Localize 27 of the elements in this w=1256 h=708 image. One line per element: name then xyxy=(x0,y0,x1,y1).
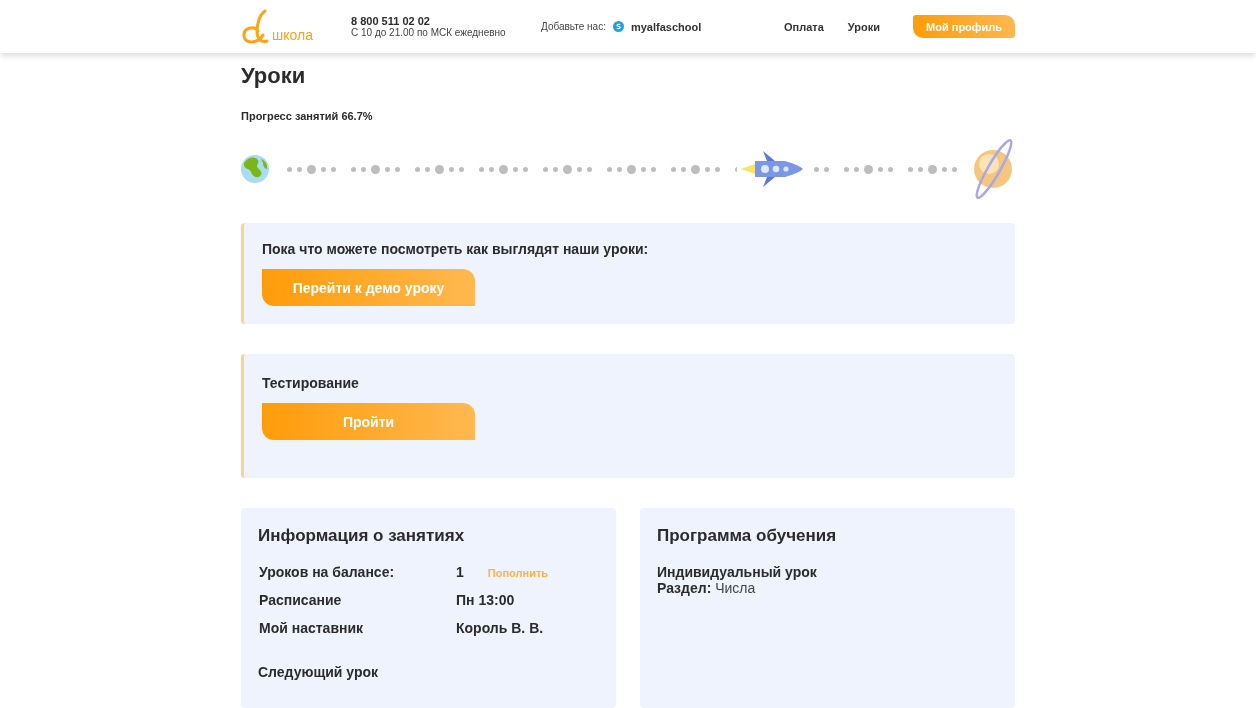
section-label: Раздел: xyxy=(657,580,712,596)
info-value: Король В. В. xyxy=(456,620,544,636)
nav-link[interactable]: Оплата xyxy=(784,20,824,33)
working-hours: С 10 до 21.00 по МСК ежедневно xyxy=(351,26,507,38)
info-label: Уроков на балансе: xyxy=(259,564,396,580)
start-test-button[interactable]: Пройти xyxy=(262,403,475,440)
info-label: Мой наставник xyxy=(259,620,365,636)
next-lesson-label: Следующий урок xyxy=(258,664,380,680)
add-us-label: Добавьте нас: xyxy=(541,21,606,32)
lesson-type: Индивидуальный урок xyxy=(657,564,818,580)
profile-button[interactable]: Мой профиль xyxy=(913,15,1015,38)
section-value: Числа xyxy=(715,580,756,596)
card-title: Пока что можете посмотреть как выглядят наши уроки: xyxy=(262,241,650,257)
demo-lesson-button[interactable]: Перейти к демо уроку xyxy=(262,269,475,306)
card-heading: Информация о занятиях xyxy=(258,526,466,546)
info-label: Расписание xyxy=(259,592,343,608)
phone-number: 8 800 511 02 02 xyxy=(351,15,431,27)
card-title: Тестирование xyxy=(262,375,360,391)
card-heading: Программа обучения xyxy=(657,526,838,546)
info-value: Пн 13:00 xyxy=(456,592,515,608)
top-up-link[interactable]: Пополнить xyxy=(487,567,549,579)
info-value: 1 xyxy=(456,564,464,580)
logo-text: школа xyxy=(272,27,313,42)
skype-link[interactable]: myalfaschool xyxy=(630,20,702,33)
nav-link[interactable]: Уроки xyxy=(847,20,880,33)
progress-label: Прогресс занятий 66.7% xyxy=(241,110,374,122)
page-title: Уроки xyxy=(241,62,307,90)
